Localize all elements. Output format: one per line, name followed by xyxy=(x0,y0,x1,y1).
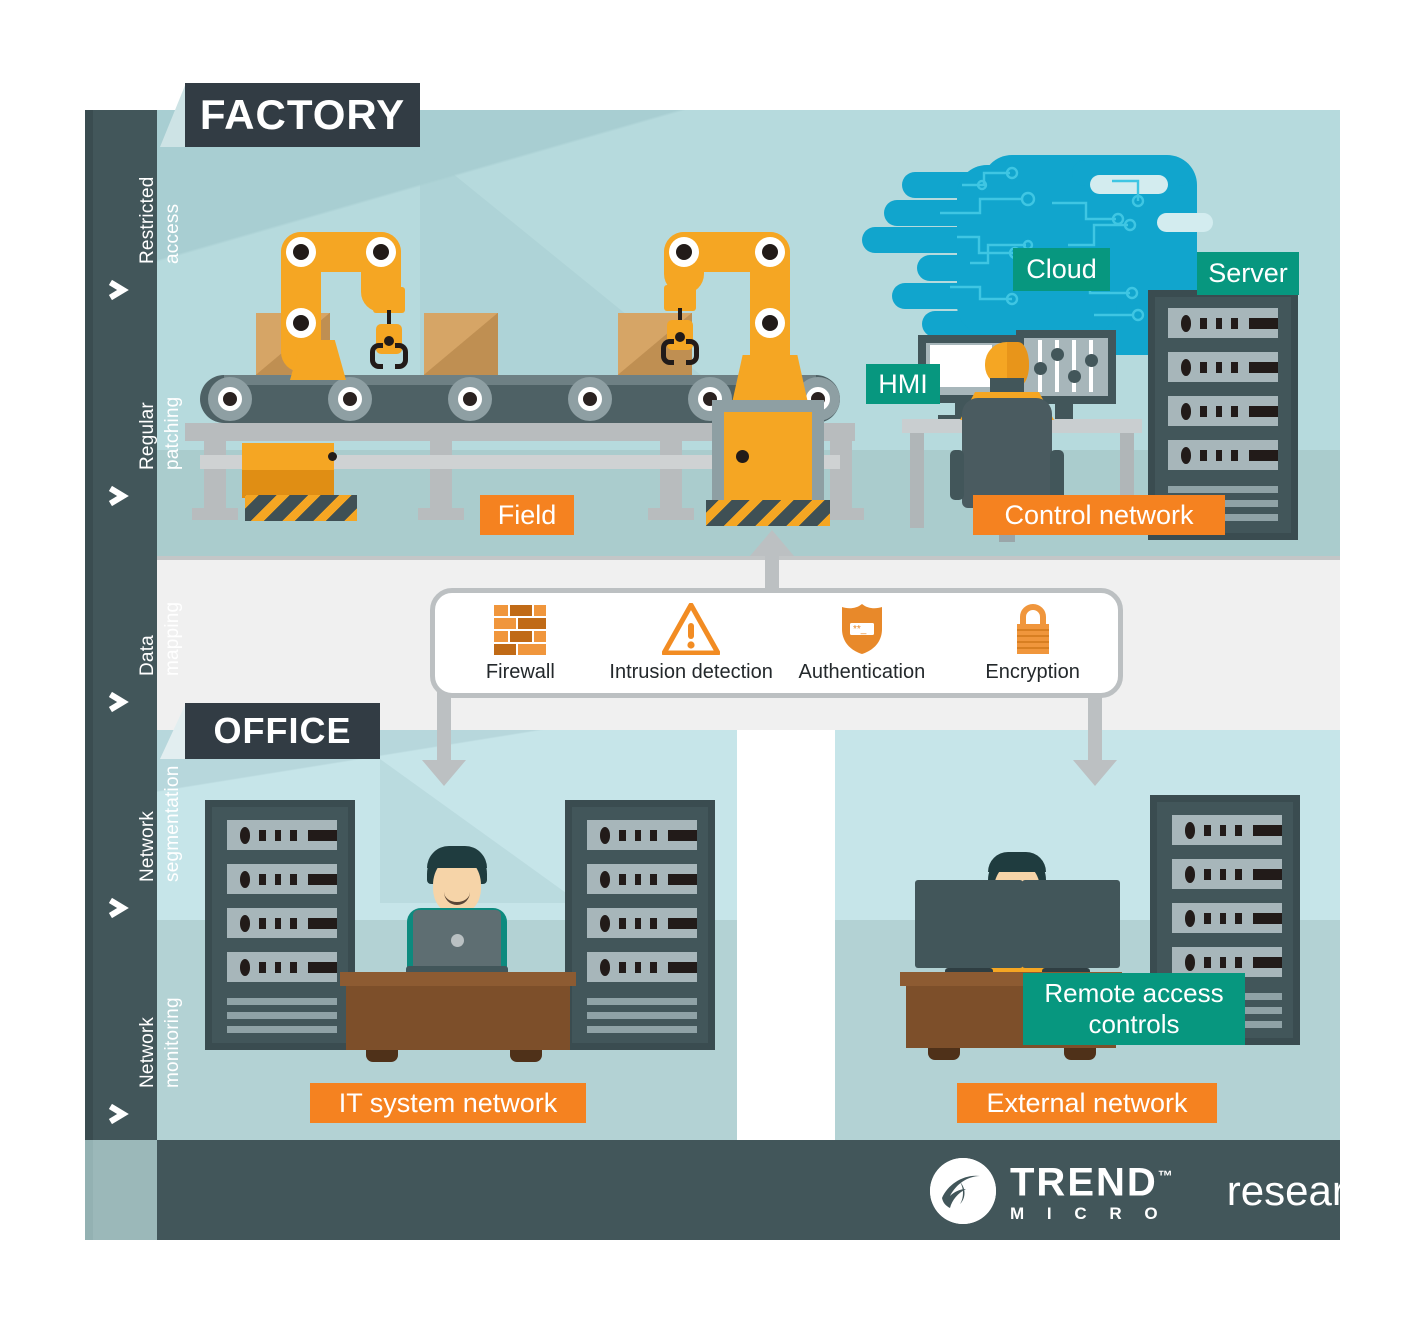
tag-external-network: External network xyxy=(957,1083,1217,1123)
svg-text:**_: **_ xyxy=(853,624,867,635)
sidebar-item-label: Network monitoring xyxy=(137,997,183,1088)
sidebar-item-label: Restricted access xyxy=(137,176,183,264)
connector-pipe-down-left xyxy=(437,690,451,768)
trend-micro-wordmark: TREND™ M I C R O xyxy=(1010,1157,1175,1224)
tag-field: Field xyxy=(480,495,574,535)
sidebar-item-network-segmentation[interactable]: Network segmentation xyxy=(85,728,183,934)
infographic-canvas: Restricted access Regular patching Data mappi… xyxy=(0,0,1427,1325)
padlock-icon xyxy=(1011,603,1055,655)
chevron-down-icon xyxy=(107,1100,135,1128)
rack-unit xyxy=(1168,396,1278,426)
tag-hmi: HMI xyxy=(866,364,940,404)
sidebar-item-network-monitoring[interactable]: Network monitoring xyxy=(85,934,183,1140)
tag-remote-access-controls: Remote access controls xyxy=(1023,973,1245,1045)
shield-password-icon: **_ xyxy=(839,603,885,655)
sidebar-item-label: Regular patching xyxy=(137,396,183,470)
security-item-intrusion-detection[interactable]: Intrusion detection xyxy=(606,602,777,684)
logo-trend-text: TREND™ xyxy=(1010,1160,1175,1205)
rack-unit xyxy=(1168,440,1278,470)
tag-cloud: Cloud xyxy=(1013,248,1110,291)
trend-micro-research-logo: TREND™ M I C R O research xyxy=(930,1143,1390,1227)
rack-unit xyxy=(1168,352,1278,382)
tag-server: Server xyxy=(1197,252,1299,295)
chevron-down-icon xyxy=(107,894,135,922)
office-section-banner: OFFICE xyxy=(185,703,380,759)
connector-arrow-up-icon xyxy=(750,530,794,556)
sidebar-item-label: Network segmentation xyxy=(137,765,183,882)
research-node-icon xyxy=(1356,1143,1390,1175)
footer-sidebar-cap-edge xyxy=(85,1140,93,1240)
trend-micro-ball-icon xyxy=(930,1158,996,1224)
connector-pipe-down-right xyxy=(1088,690,1102,768)
tag-remote-access-line2: controls xyxy=(1088,1009,1180,1039)
connector-arrow-down-right-icon xyxy=(1073,760,1117,786)
security-item-authentication[interactable]: **_ Authentication xyxy=(777,603,948,684)
rack-unit xyxy=(1168,308,1278,338)
security-item-label: Authentication xyxy=(798,660,926,683)
chevron-down-icon xyxy=(107,276,135,304)
footer-sidebar-cap xyxy=(85,1140,157,1240)
factory-section-banner: FACTORY xyxy=(185,83,420,147)
security-item-label: Intrusion detection xyxy=(609,660,773,683)
logo-trademark: ™ xyxy=(1157,1168,1175,1186)
security-item-encryption[interactable]: Encryption xyxy=(947,603,1118,684)
tag-remote-access-line1: Remote access xyxy=(1044,978,1224,1008)
sidebar-item-data-mapping[interactable]: Data mapping xyxy=(85,522,183,728)
security-item-label: Encryption xyxy=(985,660,1080,683)
sidebar-item-list: Restricted access Regular patching Data mappi… xyxy=(85,110,183,1140)
brick-wall-icon xyxy=(494,603,547,655)
sidebar-item-regular-patching[interactable]: Regular patching xyxy=(85,316,183,522)
office-vertical-divider xyxy=(737,730,835,1140)
logo-micro-text: M I C R O xyxy=(1010,1203,1167,1223)
connector-arrow-down-left-icon xyxy=(422,760,466,786)
security-item-label: Firewall xyxy=(485,660,555,683)
chevron-down-icon xyxy=(107,688,135,716)
security-controls-bar: Firewall Intrusion detection **_ Authent… xyxy=(430,588,1123,698)
chevron-down-icon xyxy=(107,482,135,510)
warning-triangle-icon xyxy=(662,602,721,655)
tag-control-network: Control network xyxy=(973,495,1225,535)
sidebar-item-label: Data mapping xyxy=(137,601,183,676)
tag-it-system-network: IT system network xyxy=(310,1083,586,1123)
sidebar-item-restricted-access[interactable]: Restricted access xyxy=(85,110,183,316)
security-item-firewall[interactable]: Firewall xyxy=(435,603,606,684)
logo-research-text: research xyxy=(1227,1143,1390,1215)
